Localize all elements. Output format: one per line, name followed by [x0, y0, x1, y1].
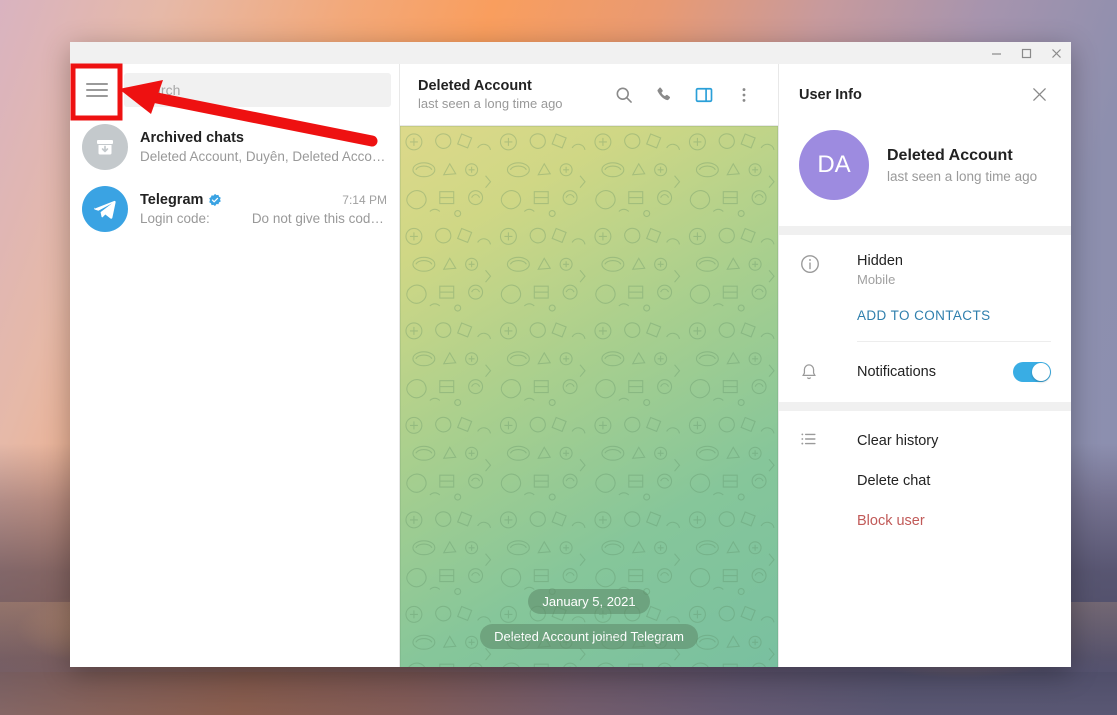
profile-texts: Deleted Account last seen a long time ag…	[887, 147, 1037, 184]
profile-row[interactable]: DA Deleted Account last seen a long time…	[779, 126, 1071, 226]
search-glyph	[616, 87, 632, 103]
info-circle-icon	[799, 253, 821, 275]
telegram-logo-icon	[82, 186, 128, 232]
conversation-status: last seen a long time ago	[418, 96, 563, 111]
conversation-title: Deleted Account	[418, 78, 532, 94]
verified-glyph	[209, 193, 222, 207]
list-item[interactable]: Telegram 7:14 PM Login code: Do not give…	[70, 178, 399, 240]
list-item-preview-row: Login code: Do not give this code …	[140, 211, 387, 226]
doodle-pattern	[400, 126, 778, 667]
chat-preview: Deleted Account, Duyên, Deleted Accoun…	[140, 149, 387, 164]
panel-glyph	[695, 87, 713, 102]
info-panel-toggle-icon[interactable]	[684, 75, 724, 115]
hamburger-bars	[86, 79, 108, 101]
avatar: DA	[799, 130, 869, 200]
window-titlebar	[70, 42, 1071, 64]
chat-wallpaper: January 5, 2021 Deleted Account joined T…	[400, 126, 778, 667]
divider	[779, 402, 1071, 411]
toggle-knob	[1032, 363, 1050, 381]
info-glyph	[801, 255, 819, 273]
search-placeholder: Search	[136, 82, 181, 98]
archive-glyph	[97, 140, 113, 155]
block-user-button[interactable]: Block user	[779, 501, 1071, 541]
add-to-contacts-button[interactable]: ADD TO CONTACTS	[857, 308, 991, 323]
divider	[779, 226, 1071, 235]
notifications-row[interactable]: Notifications	[779, 342, 1071, 402]
phone-label: Mobile	[857, 272, 896, 287]
notifications-label: Notifications	[857, 364, 936, 380]
phone-value: Hidden	[857, 253, 903, 269]
clear-history-button[interactable]: Clear history	[779, 421, 1071, 461]
list-item-title-row: Telegram 7:14 PM	[140, 192, 387, 208]
phone-section: Hidden Mobile	[779, 235, 1071, 293]
archive-box-icon	[82, 124, 128, 170]
verified-badge-icon	[208, 193, 222, 207]
list-glyph	[801, 433, 816, 445]
delete-chat-button[interactable]: Delete chat	[779, 461, 1071, 501]
list-item-meta: Telegram 7:14 PM Login code: Do not give…	[140, 192, 387, 226]
sidebar-search-row: Search	[70, 64, 399, 116]
chat-preview-label: Login code:	[140, 211, 210, 226]
list-item-title-row: Archived chats	[140, 130, 387, 146]
close-button[interactable]	[1041, 42, 1071, 64]
phone-icon[interactable]	[644, 75, 684, 115]
minimize-icon	[991, 52, 1001, 55]
maximize-icon	[1021, 48, 1031, 58]
conversation-pane: Deleted Account last seen a long time ag…	[400, 64, 779, 667]
bell-glyph	[802, 364, 816, 380]
close-icon	[1051, 48, 1061, 58]
avatar-initials: DA	[817, 151, 851, 178]
chat-preview: Do not give this code …	[251, 211, 387, 226]
phone-glyph	[657, 87, 671, 100]
close-glyph	[1032, 88, 1046, 101]
close-icon[interactable]	[1021, 77, 1057, 113]
profile-status: last seen a long time ago	[887, 168, 1038, 184]
paper-plane-glyph	[94, 200, 116, 219]
search-input[interactable]: Search	[124, 73, 391, 107]
conversation-titles: Deleted Account last seen a long time ag…	[418, 78, 604, 111]
conversation-header: Deleted Account last seen a long time ag…	[400, 64, 778, 126]
list-item-preview-row: Deleted Account, Duyên, Deleted Accoun…	[140, 149, 387, 164]
list-item-meta: Archived chats Deleted Account, Duyên, D…	[140, 130, 387, 164]
maximize-button[interactable]	[1011, 42, 1041, 64]
chat-name: Telegram	[140, 192, 204, 208]
phone-body[interactable]: Hidden Mobile	[799, 253, 1051, 287]
add-to-contacts-row[interactable]: ADD TO CONTACTS	[779, 293, 1071, 341]
chat-name-wrap: Telegram	[140, 192, 222, 208]
actions-section: Clear history Delete chat Block user	[779, 411, 1071, 541]
hamburger-menu-icon[interactable]	[70, 64, 124, 116]
user-info-header: User Info	[779, 64, 1071, 126]
chat-list-sidebar: Search Archived chats Deleted Account, D…	[70, 64, 400, 667]
user-info-panel: User Info DA Deleted Account last seen a…	[779, 64, 1071, 667]
more-menu-icon[interactable]	[724, 75, 764, 115]
user-info-title: User Info	[799, 86, 862, 103]
minimize-button[interactable]	[981, 42, 1011, 64]
notifications-toggle[interactable]	[1013, 362, 1051, 382]
chat-name: Archived chats	[140, 130, 244, 146]
kebab-glyph	[742, 87, 746, 102]
profile-name: Deleted Account	[887, 146, 1013, 164]
list-icon	[799, 429, 821, 451]
telegram-window: Search Archived chats Deleted Account, D…	[70, 42, 1071, 667]
chat-time: 7:14 PM	[342, 193, 387, 207]
list-item[interactable]: Archived chats Deleted Account, Duyên, D…	[70, 116, 399, 178]
bell-icon	[799, 362, 821, 384]
search-icon[interactable]	[604, 75, 644, 115]
